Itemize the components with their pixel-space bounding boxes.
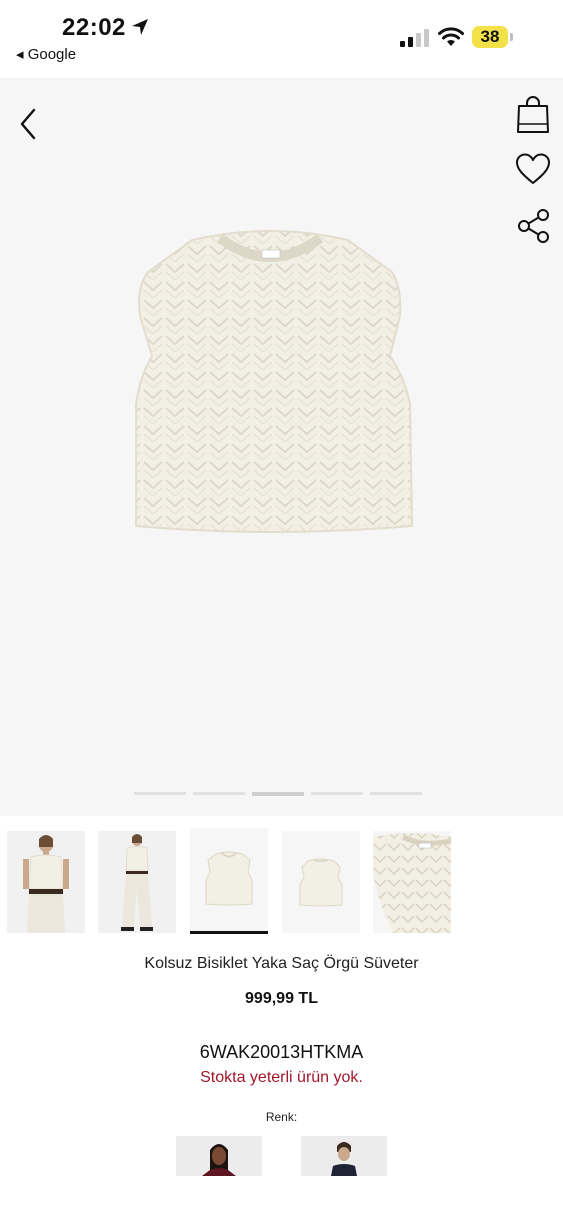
thumbnail-product-detail[interactable] <box>373 831 451 933</box>
heart-icon[interactable] <box>514 152 552 186</box>
stock-status: Stokta yeterli ürün yok. <box>200 1069 363 1086</box>
product-title: Kolsuz Bisiklet Yaka Saç Örgü Süveter <box>144 955 419 972</box>
thumbnail-product-back[interactable] <box>282 831 360 933</box>
product-price: 999,99 TL <box>245 990 318 1007</box>
thumbnail-product-flat[interactable] <box>190 828 268 934</box>
status-bar: 22:02 ◂ Google 38 <box>0 0 563 78</box>
battery-icon: 38 <box>472 26 514 50</box>
gallery-dot[interactable] <box>370 792 422 795</box>
thumbnail-model-front[interactable] <box>7 831 85 933</box>
wifi-icon <box>438 27 464 46</box>
thumbnail-strip <box>0 828 563 936</box>
product-image-gallery[interactable] <box>0 78 563 816</box>
back-to-google-link[interactable]: ◂ Google <box>16 45 76 63</box>
gallery-dot-active[interactable] <box>252 792 304 796</box>
shopping-bag-icon[interactable] <box>516 96 550 134</box>
color-option-burgundy[interactable] <box>176 1136 262 1176</box>
gallery-pagination <box>134 792 434 796</box>
color-option-navy[interactable] <box>301 1136 387 1176</box>
share-icon[interactable] <box>516 208 552 244</box>
chevron-left-icon[interactable] <box>14 104 44 144</box>
location-arrow-icon <box>132 19 148 35</box>
product-main-image[interactable] <box>120 226 420 546</box>
gallery-dot[interactable] <box>311 792 363 795</box>
color-label: Renk: <box>265 1110 298 1124</box>
status-time: 22:02 <box>62 14 126 41</box>
cellular-signal-icon <box>400 29 429 47</box>
gallery-dot[interactable] <box>134 792 186 795</box>
thumbnail-model-full[interactable] <box>98 831 176 933</box>
gallery-dot[interactable] <box>193 792 245 795</box>
product-sku: 6WAK20013HTKMA <box>199 1042 364 1062</box>
battery-percentage: 38 <box>480 27 500 46</box>
